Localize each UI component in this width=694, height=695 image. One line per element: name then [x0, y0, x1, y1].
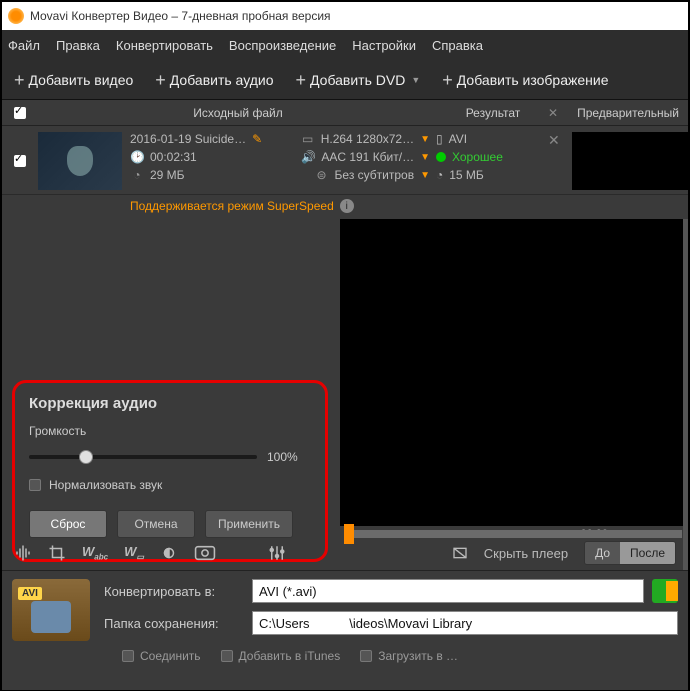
chevron-down-icon[interactable]: ▼: [420, 134, 430, 145]
before-button[interactable]: До: [585, 542, 620, 564]
itunes-checkbox[interactable]: [221, 650, 233, 662]
menu-file[interactable]: Файл: [8, 38, 40, 53]
normalize-label: Нормализовать звук: [49, 478, 162, 492]
watermark-text-icon[interactable]: Wabc: [82, 544, 108, 562]
before-after-toggle[interactable]: До После: [584, 541, 676, 565]
header-result: Результат: [438, 106, 548, 120]
result-size: 15 МБ: [449, 168, 484, 182]
capture-icon[interactable]: [194, 545, 216, 562]
merge-checkbox[interactable]: [122, 650, 134, 662]
info-icon[interactable]: i: [340, 199, 354, 213]
window-title: Movavi Конвертер Видео – 7-дневная пробн…: [30, 9, 331, 23]
close-column-icon[interactable]: ✕: [548, 106, 568, 120]
merge-label: Соединить: [140, 649, 201, 663]
rename-icon[interactable]: ✎: [252, 132, 262, 146]
scrub-bar[interactable]: [344, 530, 682, 538]
header-preview: Предварительный: [568, 106, 688, 120]
superspeed-note: Поддерживается режим SuperSpeed i: [2, 195, 688, 219]
volume-percent: 100%: [267, 450, 311, 464]
app-logo-icon: [8, 8, 24, 24]
upload-label: Загрузить в …: [378, 649, 458, 663]
row-checkbox[interactable]: [14, 155, 26, 167]
menu-help[interactable]: Справка: [432, 38, 483, 53]
main-area: Коррекция аудио Громкость 100% Нормализо…: [2, 219, 688, 570]
subtitle-icon: ⊜: [315, 168, 329, 182]
select-all-checkbox[interactable]: [14, 107, 26, 119]
format-tag: AVI: [18, 587, 42, 600]
preview-area: [340, 219, 688, 526]
chevron-down-icon[interactable]: ▼: [420, 152, 430, 163]
output-format-icon[interactable]: AVI: [12, 579, 90, 641]
audio-icon: 🔊: [301, 150, 315, 164]
itunes-label: Добавить в iTunes: [239, 649, 341, 663]
disk-icon: ◔: [436, 168, 443, 182]
add-image-button[interactable]: +Добавить изображение: [436, 67, 614, 93]
bottom-panel: AVI Конвертировать в: Папка сохранения: …: [2, 570, 688, 690]
watermark-image-icon[interactable]: W▭: [124, 544, 144, 562]
apply-button[interactable]: Применить: [205, 510, 293, 538]
menubar: Файл Правка Конвертировать Воспроизведен…: [2, 30, 688, 60]
app-window: Movavi Конвертер Видео – 7-дневная пробн…: [0, 0, 690, 691]
scrollbar[interactable]: [683, 219, 688, 570]
chevron-down-icon[interactable]: ▼: [420, 170, 430, 181]
save-to-label: Папка сохранения:: [104, 616, 244, 631]
menu-playback[interactable]: Воспроизведение: [229, 38, 336, 53]
brightness-icon[interactable]: [160, 544, 178, 562]
plus-icon: +: [14, 71, 25, 89]
status-dot-icon: [436, 152, 446, 162]
file-duration: 00:02:31: [150, 150, 197, 164]
plus-icon: +: [296, 71, 307, 89]
slider-knob[interactable]: [79, 450, 93, 464]
hide-player-icon[interactable]: [452, 545, 468, 562]
result-quality: Хорошее: [452, 150, 503, 164]
list-header: Исходный файл Результат ✕ Предварительны…: [2, 100, 688, 126]
file-audio: AAC 191 Кбит/…: [321, 150, 414, 164]
disk-icon: ◔: [130, 168, 144, 182]
remove-file-icon[interactable]: ✕: [548, 132, 568, 190]
result-details: ▯ AVI Хорошее ◔ 15 МБ: [430, 132, 548, 190]
volume-label: Громкость: [29, 424, 311, 438]
volume-slider[interactable]: [29, 455, 257, 459]
file-size: 29 МБ: [150, 168, 185, 182]
after-button[interactable]: После: [620, 542, 675, 564]
thumbnail[interactable]: [38, 132, 122, 190]
hide-player-label[interactable]: Скрыть плеер: [484, 546, 568, 561]
menu-convert[interactable]: Конвертировать: [116, 38, 213, 53]
toolbar: +Добавить видео +Добавить аудио +Добавит…: [2, 60, 688, 100]
audio-correction-icon[interactable]: [14, 544, 32, 562]
equalizer-icon[interactable]: [268, 544, 286, 562]
panel-title: Коррекция аудио: [29, 395, 311, 412]
audio-correction-panel: Коррекция аудио Громкость 100% Нормализо…: [12, 380, 328, 562]
preview-cell: [572, 132, 688, 190]
add-video-button[interactable]: +Добавить видео: [8, 67, 139, 93]
titlebar: Movavi Конвертер Видео – 7-дневная пробн…: [2, 2, 688, 30]
video-codec-icon: ▭: [301, 132, 315, 146]
save-to-field[interactable]: [252, 611, 678, 635]
superspeed-badge-icon[interactable]: [652, 579, 678, 603]
add-dvd-button[interactable]: +Добавить DVD▼: [290, 67, 427, 93]
menu-settings[interactable]: Настройки: [352, 38, 416, 53]
header-source: Исходный файл: [38, 106, 438, 120]
file-row[interactable]: 2016-01-19 Suicide… ✎ ▭ H.264 1280x72… ▼…: [2, 126, 688, 195]
upload-checkbox[interactable]: [360, 650, 372, 662]
convert-to-field[interactable]: [252, 579, 644, 603]
crop-icon[interactable]: [48, 544, 66, 562]
convert-to-label: Конвертировать в:: [104, 584, 244, 599]
file-subtitle: Без субтитров: [335, 168, 415, 182]
menu-edit[interactable]: Правка: [56, 38, 100, 53]
editor-toolbar: Wabc W▭ Скрыть плеер До После: [14, 538, 676, 568]
cancel-button[interactable]: Отмена: [117, 510, 195, 538]
device-icon: ▯: [436, 132, 443, 146]
plus-icon: +: [442, 71, 453, 89]
plus-icon: +: [155, 71, 166, 89]
clock-icon: 🕑: [130, 150, 144, 164]
add-audio-button[interactable]: +Добавить аудио: [149, 67, 279, 93]
result-container: AVI: [449, 132, 467, 146]
normalize-checkbox[interactable]: [29, 479, 41, 491]
file-codec: H.264 1280x72…: [321, 132, 414, 146]
chevron-down-icon: ▼: [411, 75, 420, 85]
file-details: 2016-01-19 Suicide… ✎ ▭ H.264 1280x72… ▼…: [130, 132, 430, 190]
file-name: 2016-01-19 Suicide…: [130, 132, 246, 146]
reset-button[interactable]: Сброс: [29, 510, 107, 538]
